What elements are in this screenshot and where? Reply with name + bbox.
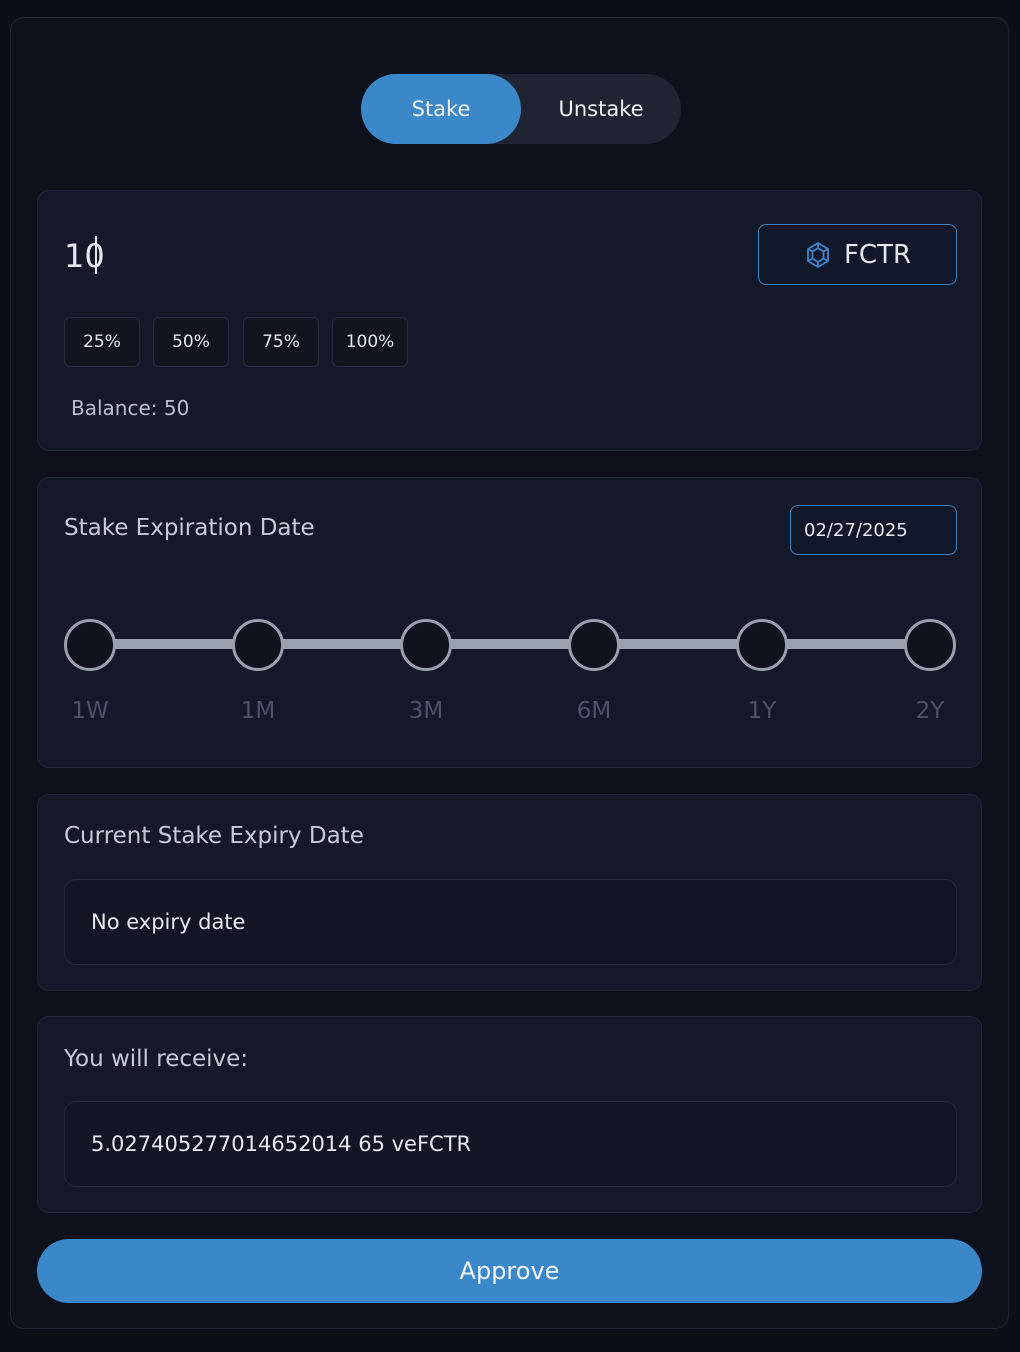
duration-slider-track[interactable] (90, 639, 930, 649)
duration-node-3m[interactable] (400, 619, 452, 671)
tab-stake[interactable]: Stake (361, 74, 521, 144)
current-expiry-card: Current Stake Expiry Date No expiry date (37, 794, 982, 991)
duration-label-1y: 1Y (747, 698, 777, 724)
receive-card: You will receive: 5.027405277014652014 6… (37, 1016, 982, 1213)
receive-value: 5.027405277014652014 65 veFCTR (64, 1101, 957, 1187)
duration-node-2y[interactable] (904, 619, 956, 671)
duration-label-6m: 6M (576, 698, 612, 724)
text-caret (95, 236, 97, 274)
expiration-title: Stake Expiration Date (64, 515, 315, 541)
stake-unstake-toggle: Stake Unstake (361, 74, 681, 144)
percent-100-button[interactable]: 100% (332, 317, 408, 367)
duration-node-1y[interactable] (736, 619, 788, 671)
approve-button[interactable]: Approve (37, 1239, 982, 1303)
expiration-date-input[interactable]: 02/27/2025 (790, 505, 957, 555)
balance-text: Balance: 50 (71, 396, 190, 420)
amount-card: FCTR 25% 50% 75% 100% Balance: 50 (37, 190, 982, 451)
tab-unstake[interactable]: Unstake (521, 74, 681, 144)
amount-input[interactable] (64, 233, 664, 279)
duration-node-1w[interactable] (64, 619, 116, 671)
duration-label-1w: 1W (71, 698, 109, 724)
token-label: FCTR (843, 239, 912, 270)
receive-title: You will receive: (64, 1046, 249, 1072)
duration-node-6m[interactable] (568, 619, 620, 671)
expiration-card: Stake Expiration Date 02/27/2025 1W 1M 3… (37, 477, 982, 768)
duration-node-1m[interactable] (232, 619, 284, 671)
token-select-button[interactable]: FCTR (758, 224, 957, 285)
current-expiry-value: No expiry date (64, 879, 957, 965)
percent-25-button[interactable]: 25% (64, 317, 140, 367)
percent-50-button[interactable]: 50% (153, 317, 229, 367)
duration-label-3m: 3M (408, 698, 444, 724)
percent-75-button[interactable]: 75% (243, 317, 319, 367)
current-expiry-title: Current Stake Expiry Date (64, 823, 364, 849)
duration-label-1m: 1M (240, 698, 276, 724)
fctr-logo-icon (804, 241, 832, 269)
duration-label-2y: 2Y (915, 698, 945, 724)
